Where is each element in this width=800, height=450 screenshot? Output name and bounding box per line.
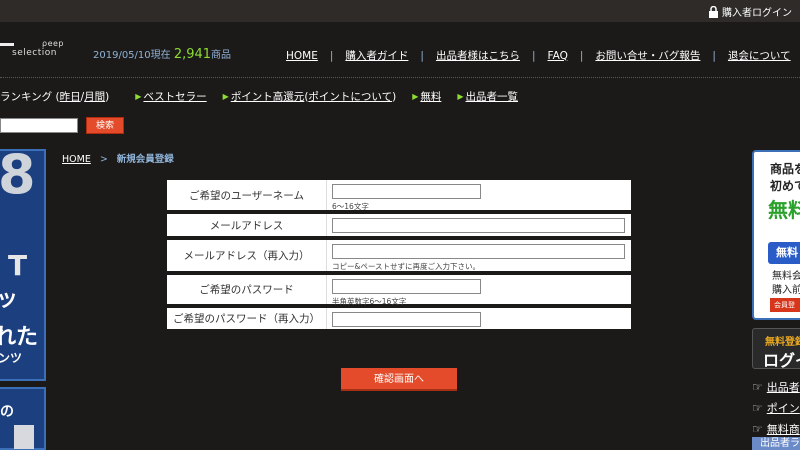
nav-buyer-guide[interactable]: 購入者ガイド [345,48,408,63]
right-links: ☞ 出品者 ☞ ポイン ☞ 無料商 [752,376,800,439]
points-link[interactable]: ポイント高還元 [231,89,305,104]
triangle-icon: ▶ [457,92,464,101]
email-confirm-hint: コピー&ペーストせずに再度ご入力下さい。 [332,262,480,271]
nav-home[interactable]: HOME [286,50,318,62]
breadcrumb-current: 新規会員登録 [116,154,174,165]
logo-line [0,43,14,46]
password-confirm-input[interactable] [332,312,481,327]
search-input[interactable] [0,118,78,133]
email-confirm-label: メールアドレス（再入力） [167,240,327,271]
date-label: 2019/05/10現在 [93,50,171,61]
right-link-item: ☞ ポイン [752,400,800,415]
breadcrumb: HOME > 新規会員登録 [62,154,174,165]
password-confirm-label: ご希望のパスワード（再入力） [167,308,327,329]
seller-ranking-header: 出品者ラ [752,437,800,450]
form-row-email-confirm: メールアドレス（再入力） コピー&ペーストせずに再度ご入力下さい。 [167,240,631,275]
ranking-yesterday-link[interactable]: 昨日 [60,89,81,104]
nav-withdraw[interactable]: 退会について [728,48,791,63]
right-register-banner[interactable]: 商品を 初めて 無料 無料 無料会 購入前 会員登 [752,150,800,320]
sub-nav: ランキング (昨日 / 月間) ▶ ベストセラー ▶ ポイント高還元 (ポイントにつ… [0,89,519,104]
triangle-icon: ▶ [222,92,229,101]
username-hint: 6～16文字 [332,202,369,211]
count-unit: 商品 [211,50,232,61]
form-row-email: メールアドレス [167,214,631,240]
count-value: 2,941 [173,47,212,62]
triangle-icon: ▶ [135,92,142,101]
nav-contact[interactable]: お問い合せ・バグ報告 [595,48,700,63]
left-banner-ad[interactable]: 8 T ッ れた ンツ [0,149,46,381]
site-logo[interactable]: ρeep selection [0,39,72,65]
email-confirm-input[interactable] [332,244,625,259]
right-link-item: ☞ 無料商 [752,421,800,436]
bestseller-link[interactable]: ベストセラー [143,89,206,104]
right-link-item: ☞ 出品者 [752,379,800,394]
email-input[interactable] [332,218,625,233]
right-login-banner[interactable]: 無料登録 ログイ [752,328,800,369]
logo-text-bottom: selection [12,48,57,58]
confirm-button[interactable]: 確認画面へ [341,368,457,391]
password-input[interactable] [332,279,481,294]
nav-sellers[interactable]: 出品者様はこちら [436,48,520,63]
password-label: ご希望のパスワード [167,275,327,304]
triangle-icon: ▶ [412,92,419,101]
free-register-button[interactable]: 無料 [768,242,800,264]
form-row-username: ご希望のユーザーネーム 6～16文字 [167,180,631,214]
username-input[interactable] [332,184,481,199]
form-row-password-confirm: ご希望のパスワード（再入力） [167,308,631,333]
buyer-login-label: 購入者ログイン [722,8,792,19]
search-button[interactable]: 検索 [86,117,124,134]
global-nav: HOME | 購入者ガイド | 出品者様はこちら | FAQ | お問い合せ・バグ報告 |… [286,48,791,63]
logo-text-top: ρeep [42,39,64,48]
form-row-password: ご希望のパスワード 半角英数字6～16文字 [167,275,631,308]
points-about-link[interactable]: ポイントについて [308,89,392,104]
ranking-monthly-link[interactable]: 月間 [84,89,105,104]
nav-faq[interactable]: FAQ [548,50,568,62]
left-banner-ad-2[interactable]: の [0,387,46,450]
header: ρeep selection 2019/05/10現在 2,941商品 HOME… [0,22,800,78]
email-label: メールアドレス [167,214,327,236]
username-label: ご希望のユーザーネーム [167,180,327,210]
free-link[interactable]: 無料 [420,89,441,104]
breadcrumb-home[interactable]: HOME [62,154,91,165]
buyer-login-link[interactable]: 購入者ログイン [708,4,792,19]
pointing-hand-icon: ☞ [752,400,763,415]
ranking-prefix: ランキング ( [0,91,60,103]
lock-icon [709,5,718,18]
pointing-hand-icon: ☞ [752,379,763,394]
top-bar: 購入者ログイン [0,0,800,22]
pointing-hand-icon: ☞ [752,421,763,436]
registration-form: ご希望のユーザーネーム 6～16文字 メールアドレス メールアドレス（再入力） … [167,180,631,333]
sellers-list-link[interactable]: 出品者一覧 [466,89,519,104]
product-count: 2019/05/10現在 2,941商品 [93,46,231,62]
password-hint: 半角英数字6～16文字 [332,297,407,306]
